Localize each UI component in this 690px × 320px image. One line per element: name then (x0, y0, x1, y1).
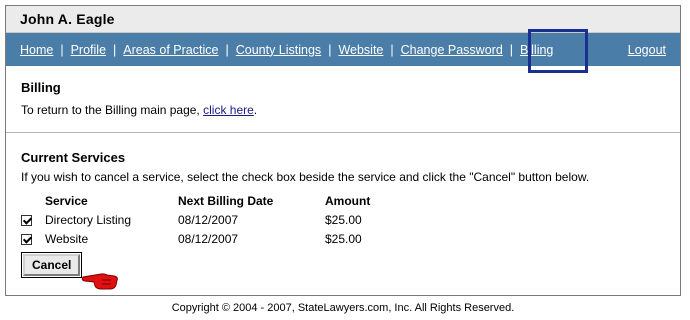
nav-home-link[interactable]: Home (20, 43, 53, 57)
next-billing-date: 08/12/2007 (178, 231, 239, 246)
next-billing-date: 08/12/2007 (178, 212, 239, 227)
next-billing-date-column-header: Next Billing Date (178, 194, 274, 208)
pointing-hand-cursor-icon (81, 273, 118, 290)
current-services-section: Current Services If you wish to cancel a… (6, 133, 680, 290)
service-amount: $25.00 (325, 212, 362, 227)
nav-separator: | (509, 42, 514, 57)
services-table: Service Next Billing Date Amount Directo… (21, 192, 370, 248)
billing-section: Billing To return to the Billing main pa… (6, 66, 680, 133)
table-row: Directory Listing 08/12/2007 $25.00 (21, 210, 370, 229)
service-name: Directory Listing (45, 212, 132, 227)
directory-listing-checkbox[interactable] (21, 214, 32, 226)
nav-separator: | (113, 42, 117, 57)
table-row: Website 08/12/2007 $25.00 (21, 229, 370, 248)
title-bar: John A. Eagle (6, 6, 680, 33)
current-services-heading: Current Services (21, 150, 126, 165)
services-header-row: Service Next Billing Date Amount (21, 192, 370, 210)
cancel-instructions: If you wish to cancel a service, select … (21, 170, 590, 184)
main-nav: Home | Profile | Areas of Practice | Cou… (6, 29, 680, 73)
nav-separator: | (60, 42, 64, 57)
amount-column-header: Amount (325, 194, 371, 208)
service-column-header: Service (45, 194, 88, 208)
nav-profile-link[interactable]: Profile (71, 43, 106, 57)
cancel-button[interactable]: Cancel (20, 252, 83, 278)
nav-logout-link[interactable]: Logout (628, 43, 666, 57)
nav-website-link[interactable]: Website (338, 43, 383, 57)
billing-return-prefix: To return to the Billing main page, (21, 103, 204, 117)
billing-return-suffix: . (253, 103, 258, 117)
billing-return-text: To return to the Billing main page, clic… (21, 103, 665, 117)
website-checkbox[interactable] (21, 233, 32, 245)
checkbox-cell (21, 229, 45, 248)
service-amount: $25.00 (325, 231, 362, 246)
nav-separator: | (328, 42, 332, 57)
nav-areas-of-practice-link[interactable]: Areas of Practice (123, 43, 218, 57)
service-name: Website (45, 231, 89, 246)
billing-main-page-link[interactable]: click here (203, 103, 254, 117)
checkbox-cell (21, 210, 45, 229)
nav-county-listings-link[interactable]: County Listings (236, 43, 321, 57)
copyright-footer: Copyright © 2004 - 2007, StateLawyers.co… (171, 302, 515, 314)
cancel-area: Cancel (20, 252, 665, 290)
nav-change-password-link[interactable]: Change Password (401, 43, 503, 57)
checkbox-column-header (21, 192, 45, 210)
nav-billing-link[interactable]: Billing (520, 43, 553, 57)
account-panel: John A. Eagle Home | Profile | Areas of … (5, 5, 681, 296)
nav-separator: | (390, 42, 394, 57)
user-name: John A. Eagle (20, 11, 115, 27)
nav-separator: | (225, 42, 229, 57)
billing-heading: Billing (21, 80, 61, 95)
